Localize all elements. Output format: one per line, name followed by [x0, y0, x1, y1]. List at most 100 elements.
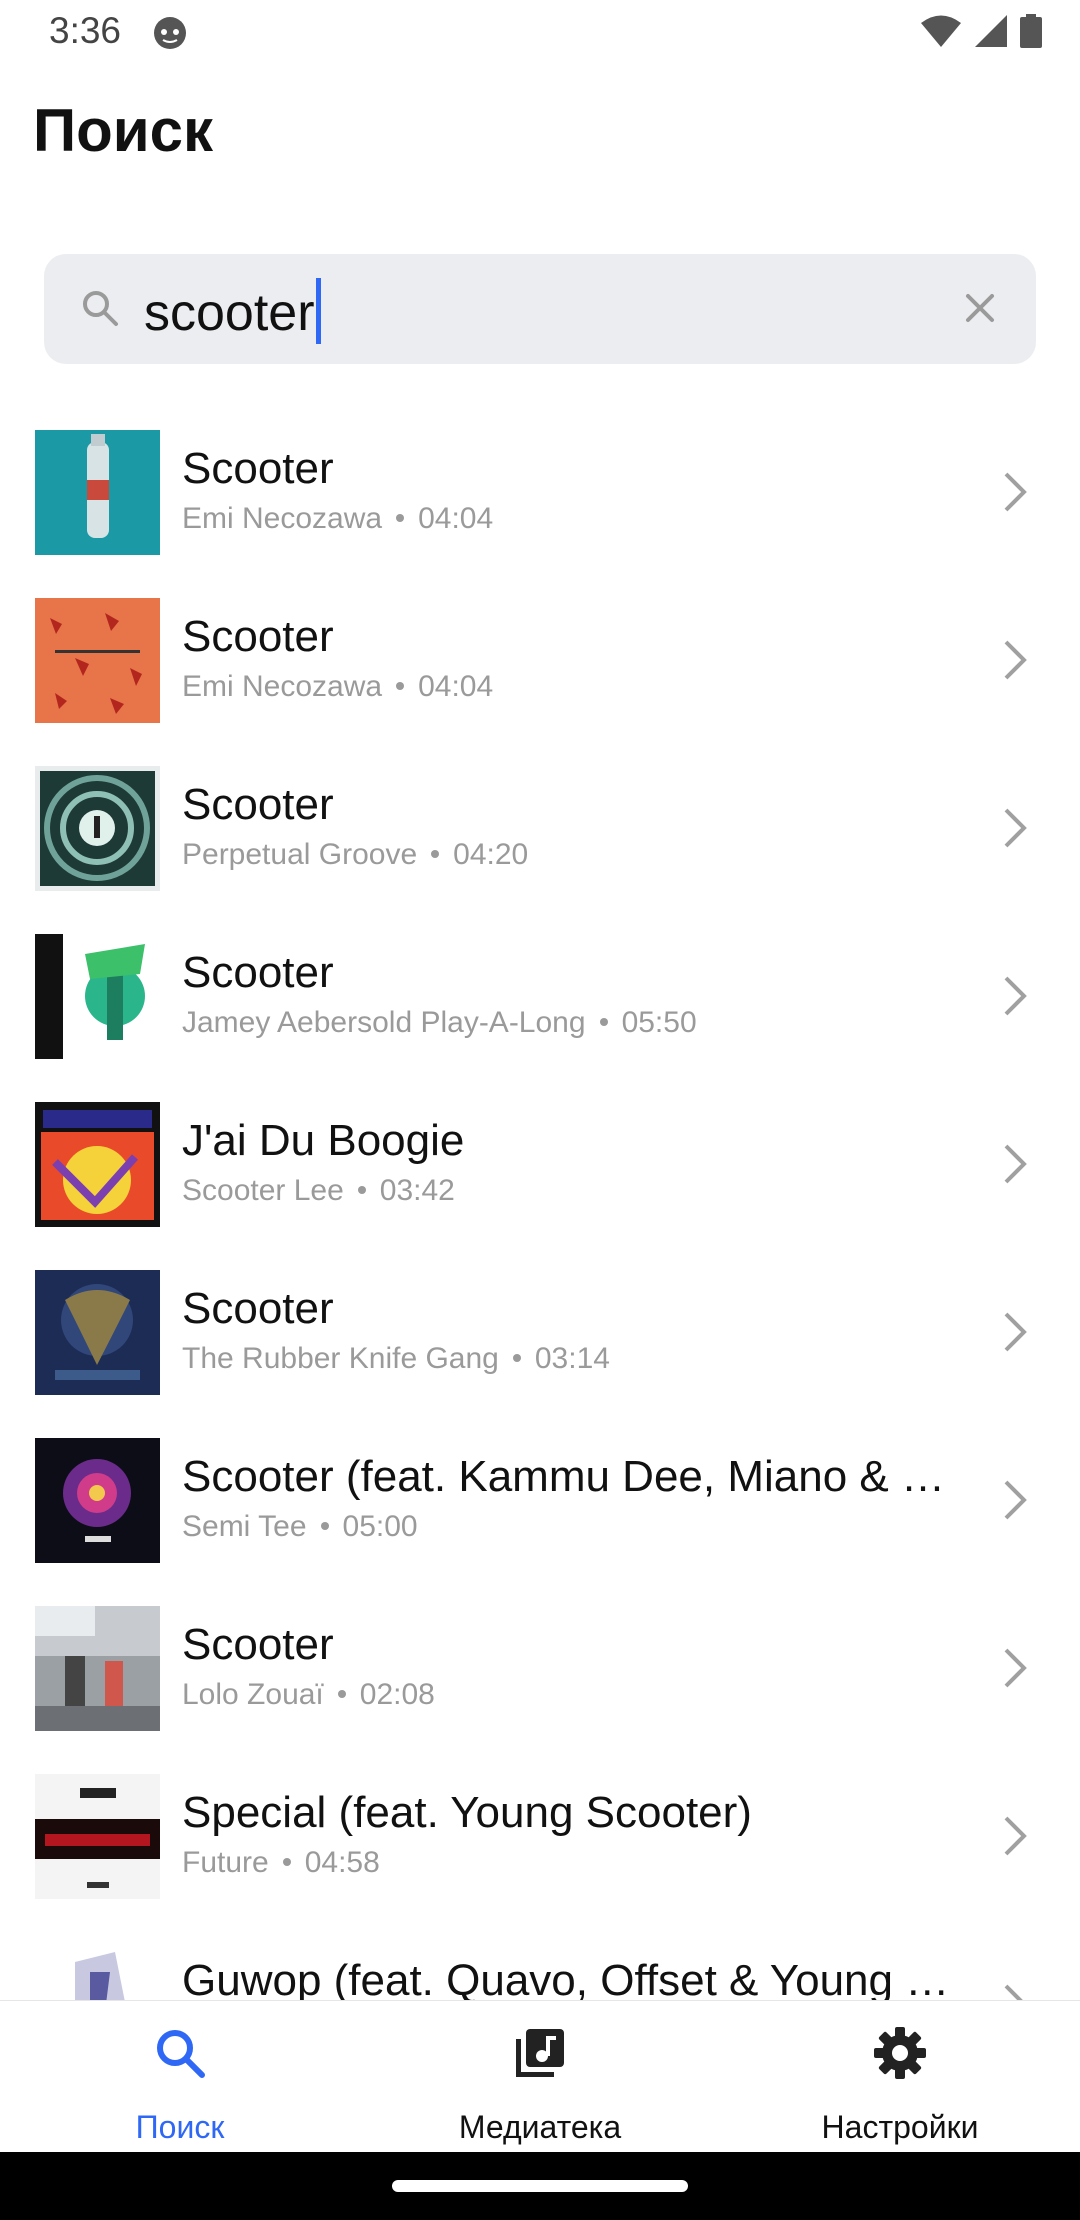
- separator-dot: [396, 514, 405, 522]
- track-title: Scooter: [182, 612, 334, 661]
- chevron-right-icon: [1004, 1816, 1027, 1856]
- search-icon: [83, 291, 118, 326]
- separator-dot: [431, 850, 440, 858]
- nav-search[interactable]: Поиск: [0, 2001, 360, 2153]
- track-row[interactable]: Scooter (feat. Kammu Dee, Miano & DJ Muj…: [0, 1412, 1080, 1580]
- library-music-icon: [516, 2029, 564, 2077]
- album-cover: [35, 1774, 160, 1899]
- nav-label: Настройки: [821, 2109, 979, 2145]
- track-meta: Lolo Zouaï 02:08: [182, 1678, 435, 1712]
- chevron-right-icon: [1004, 1648, 1027, 1688]
- notification-icon: [154, 17, 186, 49]
- clear-icon[interactable]: [962, 290, 998, 326]
- separator-dot: [599, 1018, 608, 1026]
- track-artist: Emi Necozawa: [182, 670, 383, 703]
- album-cover: [35, 1270, 160, 1395]
- wifi-icon: [921, 15, 961, 47]
- page-title: Поиск: [33, 97, 214, 164]
- track-duration: 05:50: [621, 1006, 697, 1039]
- track-duration: 02:08: [359, 1678, 435, 1711]
- track-meta: Future 04:58: [182, 1846, 380, 1880]
- track-meta: Semi Tee 05:00: [182, 1510, 418, 1544]
- track-row[interactable]: Scooter Emi Necozawa 04:04: [0, 572, 1080, 740]
- chevron-right-icon: [1004, 1144, 1027, 1184]
- track-title: Scooter: [182, 1620, 334, 1669]
- track-duration: 04:04: [418, 502, 494, 535]
- track-title: Scooter: [182, 780, 334, 829]
- track-duration: 04:20: [453, 838, 529, 871]
- separator-dot: [320, 1522, 329, 1530]
- separator-dot: [512, 1354, 521, 1362]
- track-artist: Semi Tee: [182, 1510, 307, 1543]
- track-duration: 05:00: [342, 1510, 418, 1543]
- chevron-right-icon: [1004, 472, 1027, 512]
- album-cover: [35, 1606, 160, 1731]
- nav-label: Медиатека: [458, 2109, 622, 2145]
- album-cover: [35, 598, 160, 723]
- track-artist: Jamey Aebersold Play-A-Long: [182, 1006, 586, 1039]
- search-value[interactable]: scooter: [144, 278, 321, 344]
- track-row[interactable]: Scooter Jamey Aebersold Play-A-Long 05:50: [0, 908, 1080, 1076]
- search-text: scooter: [144, 284, 315, 342]
- track-meta: Emi Necozawa 04:04: [182, 670, 493, 704]
- status-bar: 3:36: [0, 0, 1080, 66]
- album-cover: [35, 430, 160, 555]
- gear-icon: [874, 2027, 926, 2079]
- track-title: Special (feat. Young Scooter): [182, 1788, 752, 1837]
- chevron-right-icon: [1004, 1984, 1023, 2000]
- track-title: J'ai Du Boogie: [182, 1116, 465, 1165]
- track-row[interactable]: Scooter Emi Necozawa 04:04: [0, 404, 1080, 572]
- separator-dot: [337, 1690, 346, 1698]
- track-artist: The Rubber Knife Gang: [182, 1342, 499, 1375]
- track-row[interactable]: Scooter Perpetual Groove 04:20: [0, 740, 1080, 908]
- album-cover: [35, 1942, 160, 2000]
- track-duration: 03:42: [379, 1174, 455, 1207]
- track-meta: The Rubber Knife Gang 03:14: [182, 1342, 610, 1376]
- separator-dot: [357, 1186, 366, 1194]
- track-row[interactable]: Guwop (feat. Quavo, Offset & Young Scoot…: [0, 1916, 1080, 2000]
- system-gesture-bar: [0, 2152, 1080, 2220]
- chevron-right-icon: [1004, 808, 1027, 848]
- track-row[interactable]: Special (feat. Young Scooter) Future 04:5…: [0, 1748, 1080, 1916]
- track-duration: 04:04: [418, 670, 494, 703]
- chevron-right-icon: [1004, 976, 1027, 1016]
- track-meta: Scooter Lee 03:42: [182, 1174, 455, 1208]
- track-duration: 03:14: [534, 1342, 610, 1375]
- chevron-right-icon: [1004, 640, 1027, 680]
- track-row[interactable]: J'ai Du Boogie Scooter Lee 03:42: [0, 1076, 1080, 1244]
- separator-dot: [282, 1858, 291, 1866]
- track-duration: 04:58: [304, 1846, 380, 1879]
- track-meta: Jamey Aebersold Play-A-Long 05:50: [182, 1006, 697, 1040]
- chevron-right-icon: [1004, 1480, 1027, 1520]
- track-title: Scooter (feat. Kammu Dee, Miano & DJ Muj…: [182, 1452, 972, 1501]
- track-meta: Perpetual Groove 04:20: [182, 838, 528, 872]
- track-artist: Emi Necozawa: [182, 502, 383, 535]
- chevron-right-icon: [1004, 1312, 1027, 1352]
- nav-label: Поиск: [135, 2109, 225, 2145]
- track-title: Scooter: [182, 444, 334, 493]
- separator-dot: [396, 682, 405, 690]
- text-caret: [315, 278, 321, 344]
- search-input[interactable]: scooter: [44, 254, 1036, 364]
- status-time: 3:36: [49, 10, 122, 51]
- album-cover: [35, 1438, 160, 1563]
- album-cover: [35, 766, 160, 891]
- album-cover: [35, 1102, 160, 1227]
- battery-icon: [1020, 14, 1042, 48]
- nav-library[interactable]: Медиатека: [360, 2001, 720, 2153]
- track-row[interactable]: Scooter Lolo Zouaï 02:08: [0, 1580, 1080, 1748]
- home-gesture-handle[interactable]: [392, 2180, 688, 2192]
- track-artist: Future: [182, 1846, 269, 1879]
- results-list: Scooter Emi Necozawa 04:04 Scooter Emi Ne…: [0, 404, 1080, 2000]
- bottom-nav: Поиск Медиатека Настройки: [0, 2000, 1080, 2153]
- nav-settings[interactable]: Настройки: [720, 2001, 1080, 2153]
- signal-icon: [975, 15, 1007, 47]
- album-cover: [35, 934, 160, 1059]
- track-artist: Lolo Zouaï: [182, 1678, 324, 1711]
- track-row[interactable]: Scooter The Rubber Knife Gang 03:14: [0, 1244, 1080, 1412]
- track-meta: Emi Necozawa 04:04: [182, 502, 493, 536]
- track-title: Scooter: [182, 1284, 334, 1333]
- track-artist: Perpetual Groove: [182, 838, 418, 871]
- track-artist: Scooter Lee: [182, 1174, 344, 1207]
- track-title: Guwop (feat. Quavo, Offset & Young Scoot…: [182, 1956, 972, 2000]
